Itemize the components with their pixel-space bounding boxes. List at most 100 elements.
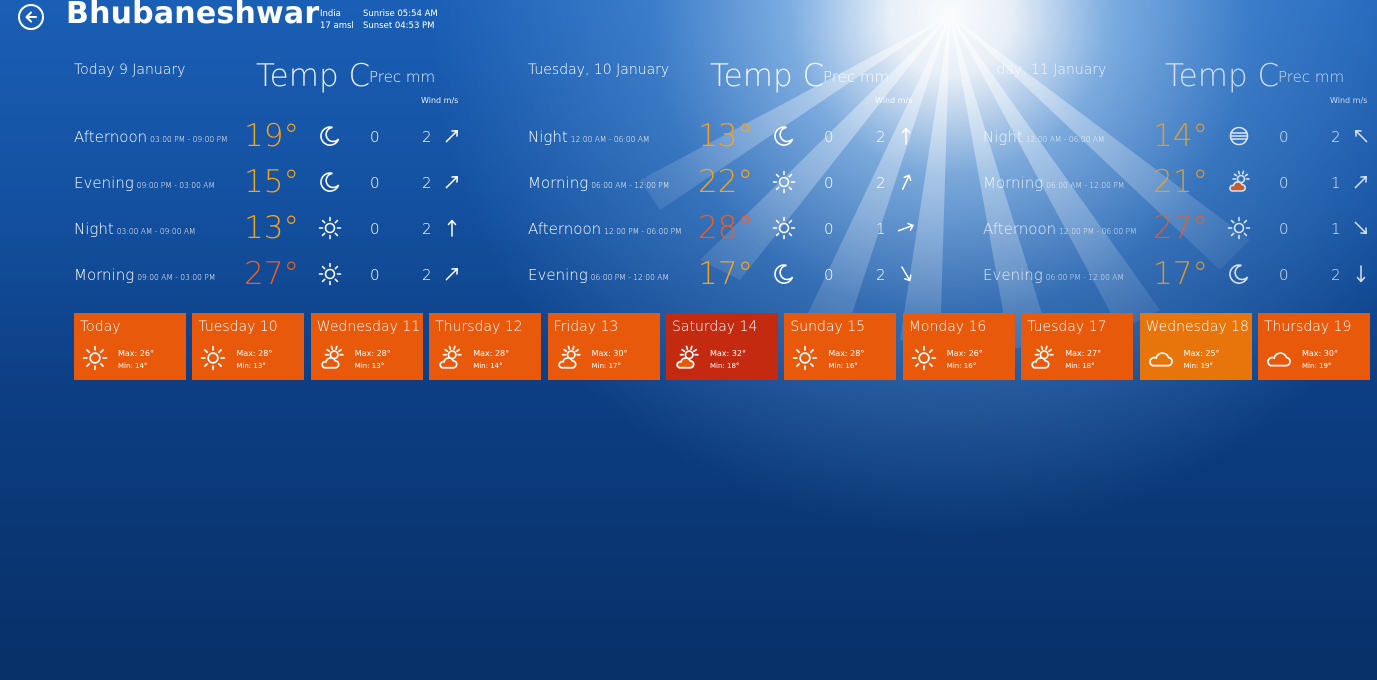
forecast-min: Min: 19°	[1302, 362, 1332, 370]
forecast-tile[interactable]: Monday 16 Max: 26° Min: 16°	[902, 313, 1015, 380]
wind-direction-icon	[445, 129, 459, 143]
forecast-day-name: Saturday 14	[672, 319, 758, 335]
forecast-icon	[437, 345, 463, 371]
period-range: 06:00 PM - 12:00 AM	[1045, 273, 1124, 282]
forecast-day-name: Wednesday 18	[1145, 319, 1249, 335]
condition	[772, 124, 796, 148]
moon-icon	[1229, 264, 1249, 284]
forecast-tile[interactable]: Wednesday 11 Max: 28° Min: 13°	[310, 313, 423, 380]
wind-speed-value: 1	[1331, 220, 1341, 238]
period-row: Evening 06:00 PM - 12:00 AM 17° 0 2	[528, 256, 968, 296]
period-name: Afternoon	[983, 220, 1057, 238]
wind-direction-icon	[897, 222, 914, 232]
wind-speed-value: 2	[422, 266, 432, 284]
wind-direction	[442, 218, 462, 238]
period-row: Evening 09:00 PM - 03:00 AM 15° 0 2	[74, 164, 514, 204]
period-temperature: 27°	[244, 256, 299, 292]
period-temperature: 17°	[1153, 256, 1208, 292]
wind-speed-value: 2	[422, 220, 432, 238]
forecast-day-name: Wednesday 11	[316, 319, 421, 335]
period-label: Evening 06:00 PM - 12:00 AM	[528, 266, 669, 284]
period-label: Night 12:00 AM - 06:00 AM	[528, 128, 649, 146]
period-temperature: 19°	[244, 118, 299, 154]
period-row: Afternoon 03:00 PM - 09:00 PM 19° 0 2	[74, 118, 514, 158]
temp-column-header: Temp C	[256, 58, 371, 94]
partly-cloudy-icon	[557, 345, 581, 369]
period-name: Afternoon	[528, 220, 602, 238]
forecast-tile[interactable]: Friday 13 Max: 30° Min: 17°	[547, 313, 660, 380]
forecast-max: Max: 28°	[473, 349, 510, 358]
condition	[1227, 170, 1251, 194]
forecast-max: Max: 32°	[710, 349, 746, 358]
arrow-left-icon	[25, 11, 37, 23]
forecast-tile[interactable]: Wednesday 18 Max: 25° Min: 19°	[1139, 313, 1252, 380]
forecast-icon	[82, 345, 108, 371]
day-panel: ...day, 11 January Temp C Prec mm Wind m…	[983, 58, 1377, 298]
prec-column-header: Prec mm	[1278, 68, 1345, 86]
precipitation-value: 0	[1279, 174, 1289, 192]
wind-speed-value: 2	[876, 128, 886, 146]
period-row: Night 12:00 AM - 06:00 AM 14° 0 2	[983, 118, 1377, 158]
sunrise-label: Sunrise 05:54 AM	[363, 9, 438, 19]
period-temperature: 22°	[698, 164, 753, 200]
wind-direction	[1351, 218, 1371, 238]
forecast-icon	[556, 345, 582, 371]
period-label: Night 03:00 AM - 09:00 AM	[74, 220, 195, 238]
forecast-day-name: Thursday 19	[1264, 319, 1352, 335]
partly-cloudy-icon	[676, 345, 699, 369]
condition	[1227, 262, 1251, 286]
precipitation-value: 0	[1279, 128, 1289, 146]
forecast-icon	[319, 345, 345, 371]
wind-direction	[1351, 126, 1371, 146]
sun-icon	[772, 170, 796, 194]
condition	[772, 262, 796, 286]
period-name: Night	[528, 128, 568, 146]
forecast-min: Min: 16°	[828, 362, 858, 370]
forecast-min: Min: 14°	[473, 362, 503, 370]
period-row: Afternoon 12:00 PM - 06:00 PM 27° 0 1	[983, 210, 1377, 250]
forecast-tile[interactable]: Today Max: 26° Min: 14°	[74, 313, 186, 380]
moon-icon	[320, 172, 340, 192]
period-range: 06:00 AM - 12:00 PM	[1046, 181, 1125, 190]
day-panel: Today 9 January Temp C Prec mm Wind m/s …	[74, 58, 514, 298]
forecast-max: Max: 28°	[236, 349, 273, 358]
period-range: 12:00 AM - 06:00 AM	[1025, 135, 1105, 144]
forecast-min: Min: 18°	[710, 362, 740, 370]
wind-direction-icon	[1354, 221, 1368, 235]
day-panel: Tuesday, 10 January Temp C Prec mm Wind …	[528, 58, 968, 298]
precipitation-value: 0	[824, 220, 834, 238]
period-range: 09:00 AM - 03:00 PM	[137, 273, 216, 282]
forecast-tile[interactable]: Tuesday 10 Max: 28° Min: 13°	[192, 313, 305, 380]
precipitation-value: 0	[1279, 220, 1289, 238]
forecast-tile[interactable]: Tuesday 17 Max: 27° Min: 18°	[1021, 313, 1134, 380]
forecast-strip: Today Max: 26° Min: 14° Tuesday 10 Max: 2…	[74, 313, 1377, 380]
period-row: Morning 06:00 AM - 12:00 PM 22° 0 2	[528, 164, 968, 204]
precipitation-value: 0	[1279, 266, 1289, 284]
wind-speed-value: 2	[876, 174, 886, 192]
day-title: ...day, 11 January	[983, 62, 1107, 78]
wind-direction-icon	[445, 267, 459, 281]
sun-icon	[793, 345, 818, 371]
forecast-min: Min: 13°	[354, 362, 385, 370]
precipitation-value: 0	[824, 266, 834, 284]
wind-speed-value: 2	[1331, 266, 1341, 284]
wind-direction-icon	[901, 266, 912, 282]
wind-direction	[442, 264, 462, 284]
forecast-tile[interactable]: Thursday 19 Max: 30° Min: 19°	[1258, 313, 1370, 380]
condition	[772, 216, 796, 240]
forecast-tile[interactable]: Saturday 14 Max: 32° Min: 18°	[666, 313, 778, 380]
location-meta: India 17 amsl	[320, 8, 354, 32]
forecast-tile[interactable]: Thursday 12 Max: 28° Min: 14°	[429, 313, 542, 380]
cloud-icon	[1148, 352, 1173, 367]
period-range: 03:00 PM - 09:00 PM	[150, 135, 228, 144]
forecast-min: Min: 14°	[118, 362, 148, 370]
wind-direction	[896, 218, 916, 238]
precipitation-value: 0	[370, 266, 380, 284]
forecast-max: Max: 26°	[118, 349, 154, 358]
period-temperature: 17°	[698, 256, 753, 292]
wind-speed-value: 2	[422, 128, 432, 146]
forecast-tile[interactable]: Sunday 15 Max: 28° Min: 16°	[784, 313, 897, 380]
back-button[interactable]	[18, 4, 44, 30]
precipitation-value: 0	[370, 220, 380, 238]
forecast-icon	[1266, 345, 1292, 371]
